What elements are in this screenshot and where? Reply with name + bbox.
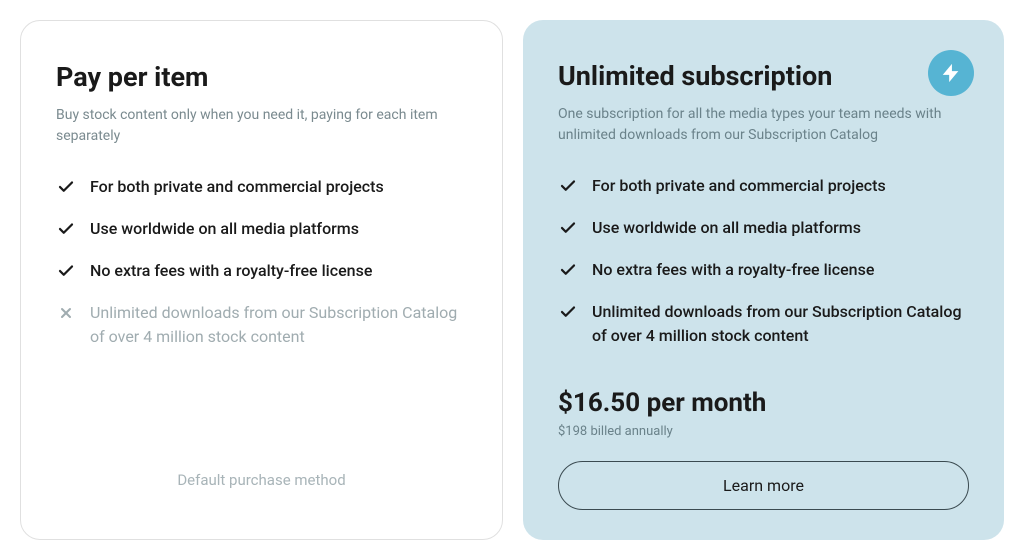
feature-item: Use worldwide on all media platforms: [56, 217, 467, 241]
feature-item-excluded: Unlimited downloads from our Subscriptio…: [56, 301, 467, 349]
feature-text: Unlimited downloads from our Subscriptio…: [90, 301, 467, 349]
check-icon: [558, 176, 578, 196]
check-icon: [558, 218, 578, 238]
feature-item: No extra fees with a royalty-free licens…: [56, 259, 467, 283]
feature-text: Use worldwide on all media platforms: [592, 216, 969, 240]
feature-text: Use worldwide on all media platforms: [90, 217, 467, 241]
check-icon: [56, 177, 76, 197]
feature-text: For both private and commercial projects: [592, 174, 969, 198]
feature-item: Use worldwide on all media platforms: [558, 216, 969, 240]
check-icon: [56, 219, 76, 239]
plan-price-sub: $198 billed annually: [558, 424, 969, 439]
pricing-card-unlimited: Unlimited subscription One subscription …: [523, 20, 1004, 540]
feature-item: No extra fees with a royalty-free licens…: [558, 258, 969, 282]
plan-price: $16.50 per month: [558, 388, 969, 418]
plan-title: Pay per item: [56, 61, 467, 93]
x-icon: [56, 303, 76, 323]
feature-item: For both private and commercial projects: [558, 174, 969, 198]
feature-item: For both private and commercial projects: [56, 175, 467, 199]
feature-item: Unlimited downloads from our Subscriptio…: [558, 300, 969, 348]
feature-text: No extra fees with a royalty-free licens…: [592, 258, 969, 282]
bolt-icon: [928, 50, 974, 96]
check-icon: [558, 260, 578, 280]
plan-description: Buy stock content only when you need it,…: [56, 105, 467, 147]
default-method-label: Default purchase method: [56, 459, 467, 509]
check-icon: [558, 302, 578, 322]
plan-title: Unlimited subscription: [558, 60, 969, 92]
feature-text: For both private and commercial projects: [90, 175, 467, 199]
check-icon: [56, 261, 76, 281]
feature-list: For both private and commercial projects…: [558, 174, 969, 366]
plan-description: One subscription for all the media types…: [558, 104, 969, 146]
pricing-card-pay-per-item: Pay per item Buy stock content only when…: [20, 20, 503, 540]
feature-text: No extra fees with a royalty-free licens…: [90, 259, 467, 283]
feature-text: Unlimited downloads from our Subscriptio…: [592, 300, 969, 348]
feature-list: For both private and commercial projects…: [56, 175, 467, 367]
learn-more-button[interactable]: Learn more: [558, 461, 969, 510]
